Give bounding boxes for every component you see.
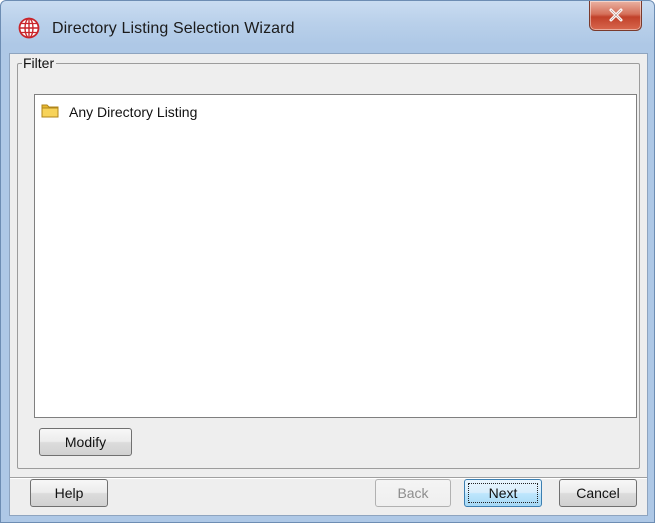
cancel-button[interactable]: Cancel [559,479,637,507]
tree-item-any-directory-listing[interactable]: Any Directory Listing [41,102,197,122]
globe-icon [18,17,40,39]
close-icon [609,8,623,22]
dialog-content: Filter Any Directory Listing Modify Help… [9,53,648,516]
title-bar[interactable]: Directory Listing Selection Wizard [1,1,654,53]
back-button[interactable]: Back [375,479,451,507]
filter-tree[interactable]: Any Directory Listing [34,94,637,418]
help-button[interactable]: Help [30,479,108,507]
filter-group: Filter Any Directory Listing Modify [17,55,640,469]
wizard-window: Directory Listing Selection Wizard Filte… [0,0,655,523]
next-button[interactable]: Next [464,479,542,507]
close-button[interactable] [589,1,642,31]
window-title: Directory Listing Selection Wizard [52,20,295,37]
folder-icon [41,101,69,124]
tree-item-label: Any Directory Listing [69,104,198,120]
modify-button[interactable]: Modify [39,428,132,456]
focus-indicator [468,483,538,503]
filter-legend: Filter [22,55,57,71]
